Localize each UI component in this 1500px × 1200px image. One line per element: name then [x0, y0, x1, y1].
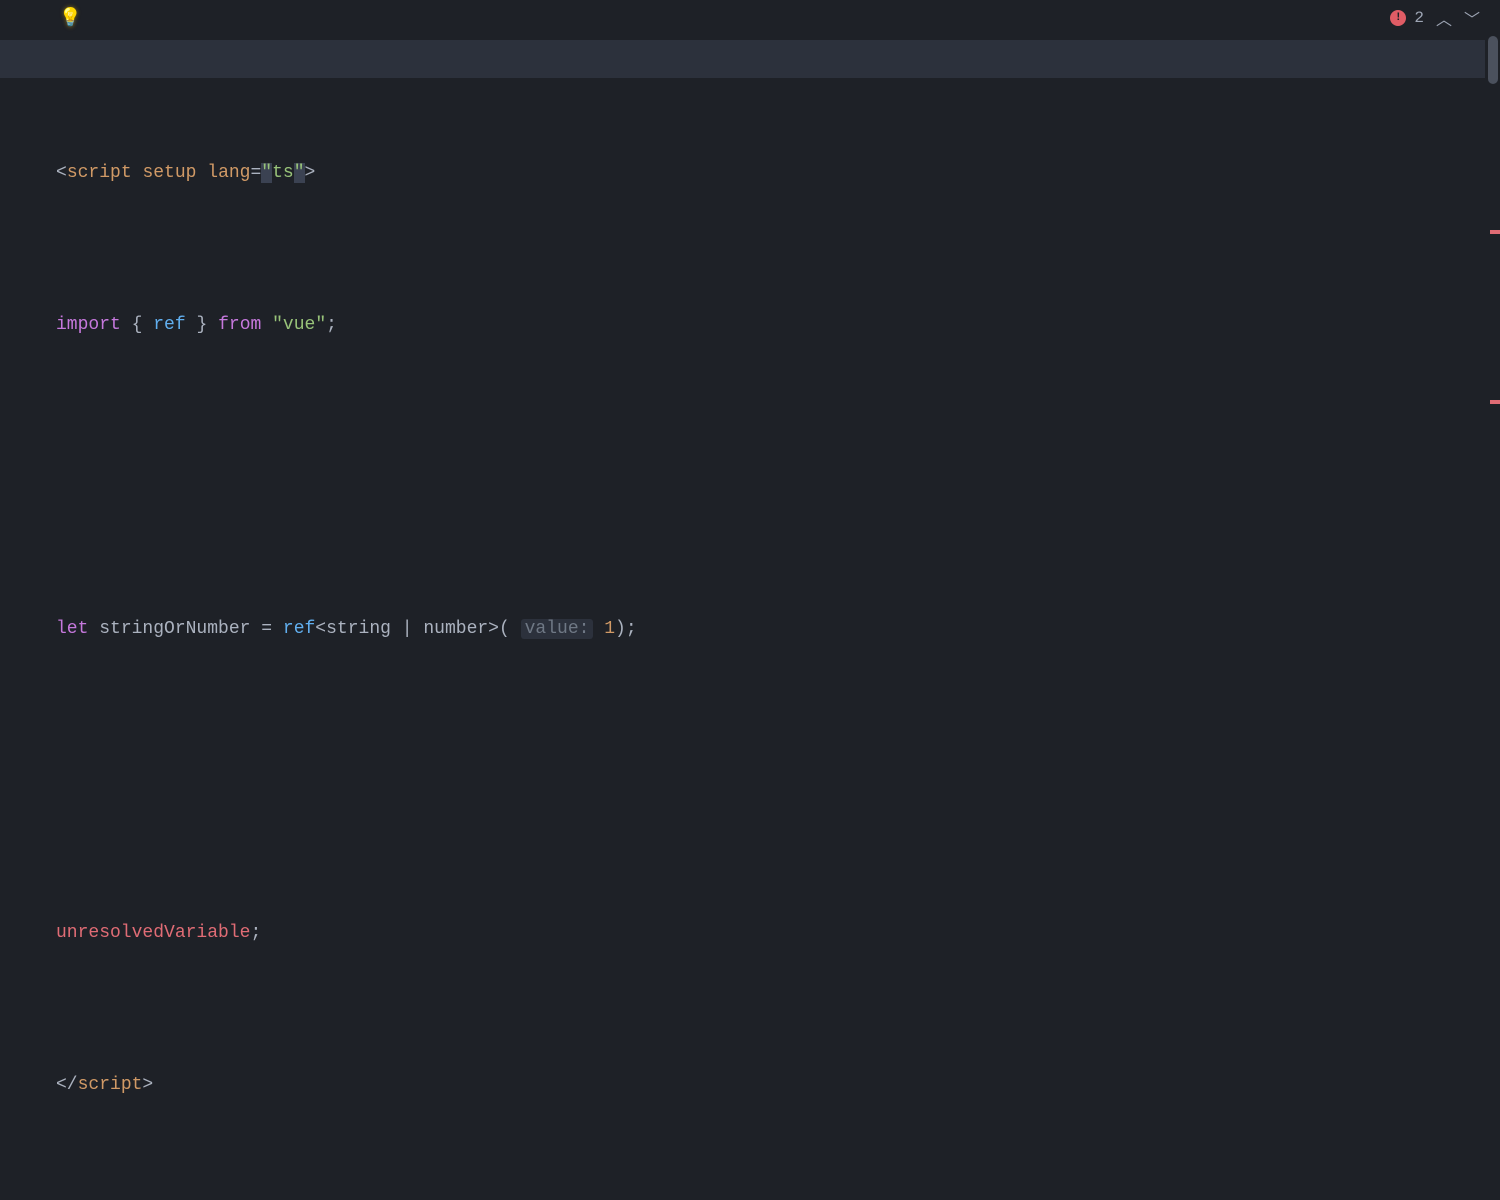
angle-close: > — [305, 163, 316, 183]
keyword: from — [218, 315, 261, 335]
punct: { — [132, 315, 143, 335]
punct: } — [196, 315, 207, 335]
code-line[interactable]: </script> — [56, 1066, 1500, 1104]
identifier: ref — [153, 315, 185, 335]
punct: | — [402, 619, 413, 639]
code-line[interactable] — [56, 458, 1500, 496]
scrollbar-thumb[interactable] — [1488, 36, 1498, 84]
code-editor[interactable]: <script setup lang="ts"> import { ref } … — [0, 36, 1500, 1200]
string-quote: " — [294, 163, 305, 183]
tag-name: script — [78, 1075, 143, 1095]
string-quote: " — [261, 163, 272, 183]
keyword: import — [56, 315, 121, 335]
identifier: stringOrNumber — [99, 619, 250, 639]
error-icon[interactable]: ! — [1390, 10, 1406, 26]
code-line[interactable]: unresolvedVariable; — [56, 914, 1500, 952]
code-line[interactable]: <script setup lang="ts"> — [56, 154, 1500, 192]
lightbulb-icon[interactable]: 💡 — [59, 7, 81, 29]
punct: ; — [326, 315, 337, 335]
angle: > — [142, 1075, 153, 1095]
punct: = — [261, 619, 272, 639]
punct: ; — [250, 923, 261, 943]
angle: </ — [56, 1075, 78, 1095]
code-line[interactable]: let stringOrNumber = ref<string | number… — [56, 610, 1500, 648]
error-count[interactable]: 2 — [1414, 9, 1424, 27]
chevron-up-icon[interactable]: ︿ — [1436, 6, 1452, 30]
attr: lang — [207, 163, 250, 183]
topbar-right: ! 2 ︿ ﹀ — [1390, 6, 1486, 30]
punct: = — [250, 163, 261, 183]
code-line[interactable] — [56, 762, 1500, 800]
function: ref — [283, 619, 315, 639]
scrollbar-track[interactable] — [1486, 36, 1500, 600]
punct: > — [488, 619, 499, 639]
angle-open: < — [56, 163, 67, 183]
code-line[interactable]: import { ref } from "vue"; — [56, 306, 1500, 344]
type: number — [423, 619, 488, 639]
string-value: ts — [272, 163, 294, 183]
error-identifier: unresolvedVariable — [56, 923, 250, 943]
type: string — [326, 619, 391, 639]
attr: setup — [142, 163, 196, 183]
punct: ; — [626, 619, 637, 639]
chevron-down-icon[interactable]: ﹀ — [1464, 6, 1480, 30]
topbar-left: 💡 — [14, 7, 81, 29]
punct: ( — [499, 619, 510, 639]
editor-topbar: 💡 ! 2 ︿ ﹀ — [0, 0, 1500, 36]
string: "vue" — [272, 315, 326, 335]
punct: ) — [615, 619, 626, 639]
keyword: let — [56, 619, 88, 639]
inlay-hint: value: — [521, 619, 594, 639]
number: 1 — [604, 619, 615, 639]
tag-name: script — [67, 163, 132, 183]
punct: < — [315, 619, 326, 639]
